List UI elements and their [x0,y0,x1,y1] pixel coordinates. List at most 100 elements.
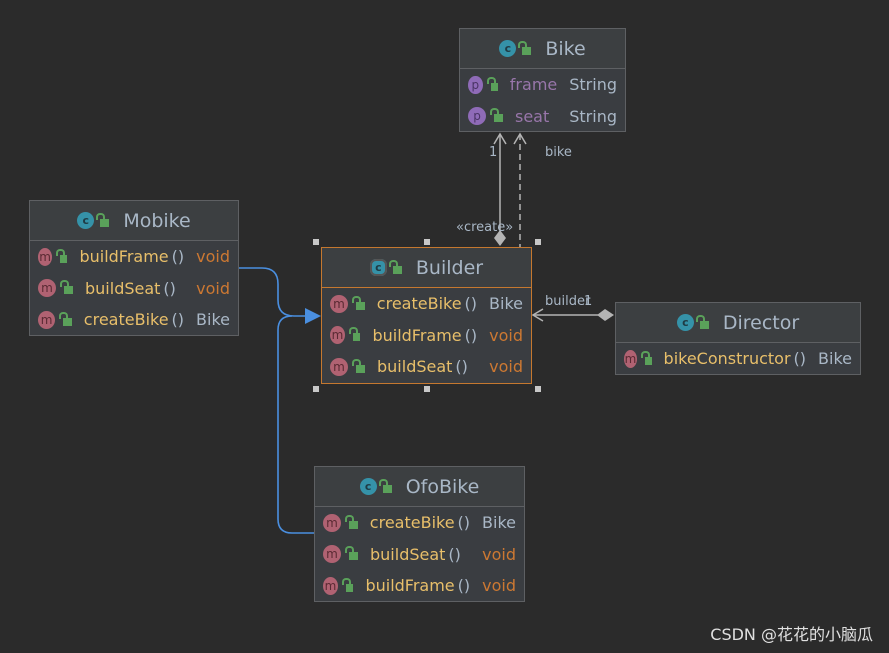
class-header[interactable]: c OfoBike [315,467,524,507]
method-name: createBike [369,513,455,533]
create-stereotype-label: «create» [456,220,514,235]
method-name: buildSeat [85,278,161,298]
builder-multiplicity-label: 1 [584,294,593,309]
member-type: void [196,247,230,267]
field-name: frame [509,75,558,95]
method-name: buildFrame [372,325,462,345]
bike-role-label: bike [545,145,572,160]
public-visibility-icon [388,259,402,274]
class-icon: c [77,212,95,229]
class-icon: c [676,314,694,331]
method-icon: m [330,294,348,313]
class-builder[interactable]: c Builder m createBike () Bike m buildFr… [321,247,532,384]
class-icon: c [359,478,377,495]
abstract-class-icon: c [369,259,387,276]
method-parens: () [163,278,176,298]
public-visibility-icon [695,314,709,329]
method-parens: () [171,247,185,267]
public-visibility-icon [641,350,652,365]
class-bike[interactable]: c Bike p frame String p seat String [459,28,626,132]
method-name: buildFrame [365,576,455,596]
method-parens: () [455,357,468,377]
member-type: Bike [489,294,523,314]
class-director[interactable]: c Director m bikeConstructor () Bike [615,302,861,375]
class-mobike[interactable]: c Mobike m buildFrame () void m buildSea… [29,200,239,336]
method-name: buildSeat [370,544,446,564]
method-icon: m [624,349,638,368]
method-icon: m [323,513,341,532]
method-parens: () [464,294,478,314]
method-parens: () [457,576,471,596]
member-type: Bike [482,513,516,533]
resize-handle[interactable] [424,239,430,245]
method-row[interactable]: m buildFrame () void [315,570,524,602]
method-icon: m [330,357,348,376]
public-visibility-icon [348,327,361,342]
member-type: String [569,75,617,95]
public-visibility-icon [60,280,73,295]
method-icon: m [38,279,56,298]
method-parens: () [793,349,807,369]
public-visibility-icon [490,108,503,123]
method-parens: () [448,544,461,564]
method-row[interactable]: m bikeConstructor () Bike [616,343,860,375]
member-type: Bike [196,310,230,330]
public-visibility-icon [486,76,498,91]
class-header[interactable]: c Bike [460,29,625,69]
method-icon: m [323,545,341,564]
method-row[interactable]: m createBike () Bike [30,304,238,336]
class-name: Mobike [123,209,191,232]
method-row[interactable]: m buildSeat () void [30,273,238,305]
resize-handle[interactable] [313,386,319,392]
field-row[interactable]: p seat String [460,101,625,133]
public-visibility-icon [345,546,358,561]
composition-diamond [597,309,614,321]
member-type: void [489,325,523,345]
class-name: Bike [545,37,586,60]
member-type: Bike [818,349,852,369]
public-visibility-icon [352,358,365,373]
resize-handle[interactable] [424,386,430,392]
method-icon: m [323,576,338,595]
method-parens: () [171,310,185,330]
inheritance-mobike-builder[interactable] [238,267,306,317]
field-name: seat [515,106,550,126]
public-visibility-icon [518,40,532,55]
method-name: buildSeat [377,357,453,377]
method-icon: m [330,326,345,345]
public-visibility-icon [351,295,365,310]
inheritance-ofobike-builder[interactable] [277,315,314,534]
member-type: void [482,544,516,564]
class-header[interactable]: c Builder [322,248,531,288]
method-row[interactable]: m buildSeat () void [315,539,524,571]
method-name: createBike [376,294,462,314]
resize-handle[interactable] [535,386,541,392]
public-visibility-icon [59,311,72,326]
class-name: OfoBike [405,475,480,498]
method-row[interactable]: m createBike () Bike [322,288,531,320]
method-row[interactable]: m buildSeat () void [322,351,531,383]
property-icon: p [468,107,486,126]
class-icon: c [499,40,517,57]
method-name: buildFrame [79,247,169,267]
bike-multiplicity-label: 1 [489,145,498,160]
class-header[interactable]: c Director [616,303,860,343]
method-row[interactable]: m buildFrame () void [30,241,238,273]
class-ofobike[interactable]: c OfoBike m createBike () Bike m buildSe… [314,466,525,602]
method-name: bikeConstructor [663,349,791,369]
resize-handle[interactable] [313,239,319,245]
method-row[interactable]: m createBike () Bike [315,507,524,539]
public-visibility-icon [378,478,392,493]
public-visibility-icon [96,212,110,227]
watermark: CSDN @花花的小脑瓜 [710,625,873,644]
public-visibility-icon [344,514,358,529]
method-parens: () [464,325,478,345]
member-type: void [482,576,516,596]
field-row[interactable]: p frame String [460,69,625,101]
class-header[interactable]: c Mobike [30,201,238,241]
property-icon: p [468,75,483,94]
member-type: String [569,106,617,126]
method-row[interactable]: m buildFrame () void [322,320,531,352]
inheritance-arrowhead [305,308,321,324]
resize-handle[interactable] [535,239,541,245]
